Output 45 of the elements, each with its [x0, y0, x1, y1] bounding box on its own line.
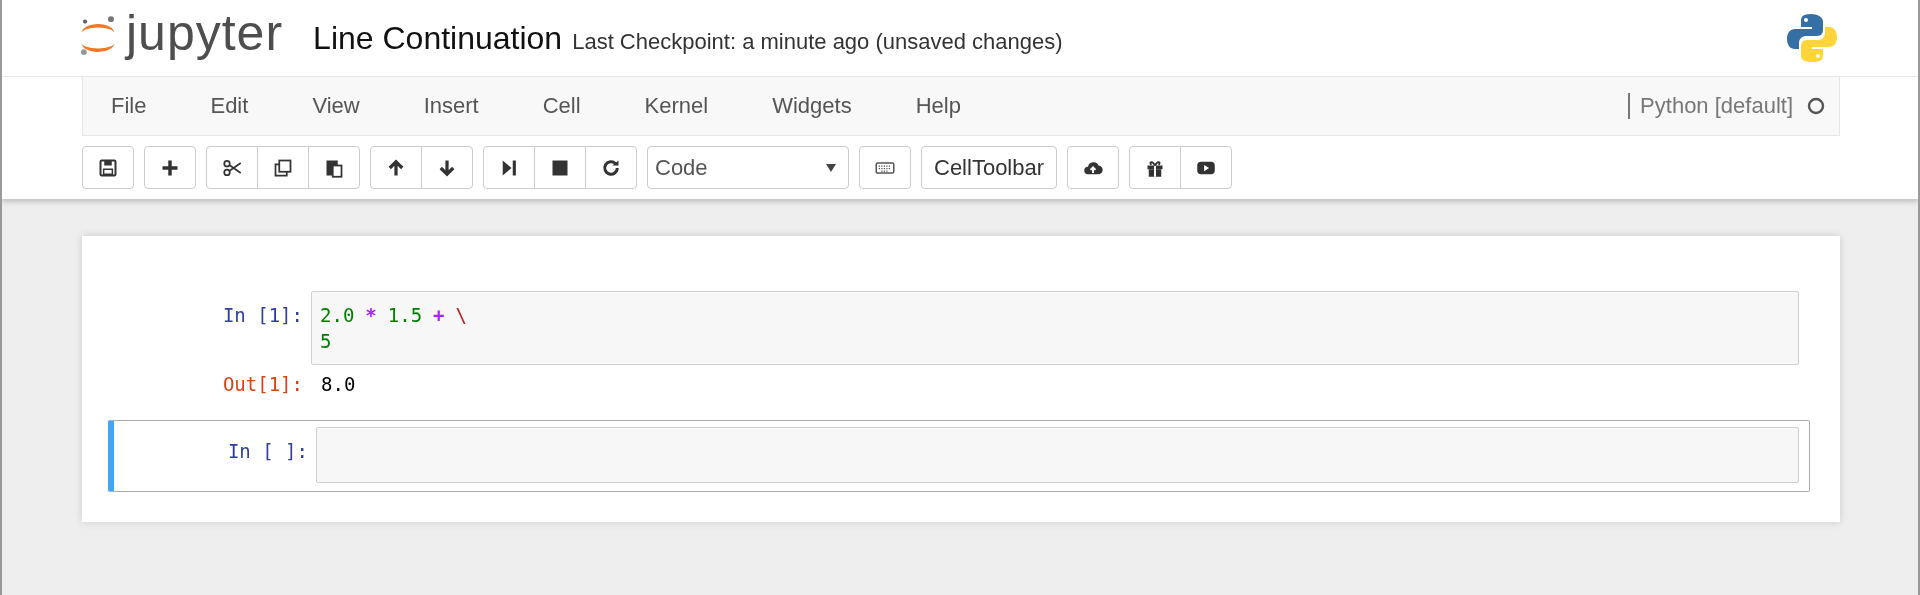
scissors-button[interactable]: [206, 146, 258, 189]
plus-button[interactable]: [144, 146, 196, 189]
menu-item[interactable]: File: [111, 93, 147, 119]
checkpoint-status: Last Checkpoint: a minute ago (unsaved changes): [572, 29, 1063, 55]
up-arrow-icon: [386, 157, 406, 178]
code-cell[interactable]: In [1]: 2.0 * 1.5 + \ 5 Out[1]: 8.0: [108, 284, 1810, 412]
step-forward-button[interactable]: [483, 146, 535, 189]
copy-icon: [273, 157, 293, 178]
down-arrow-button[interactable]: [421, 146, 473, 189]
stop-button[interactable]: [534, 146, 586, 189]
code-input[interactable]: 2.0 * 1.5 + \ 5: [311, 291, 1799, 365]
copy-button[interactable]: [257, 146, 309, 189]
menu-item[interactable]: Edit: [210, 93, 249, 119]
code-input[interactable]: [316, 427, 1799, 483]
python-logo-icon: [1786, 12, 1838, 64]
scissors-icon: [222, 157, 242, 178]
output-prompt: Out[1]:: [221, 372, 304, 395]
menu-item[interactable]: Kernel: [644, 93, 709, 119]
save-icon: [98, 157, 118, 178]
cloud-upload-button[interactable]: [1067, 146, 1120, 189]
cell-type-dropdown[interactable]: Code: [647, 146, 849, 189]
notebook-title[interactable]: Line Continuation: [313, 19, 563, 57]
cell-output: 8.0: [320, 372, 357, 397]
play-button[interactable]: [1180, 146, 1233, 189]
menu-item[interactable]: Widgets: [772, 93, 852, 119]
caret-icon: [826, 163, 836, 172]
menu-item[interactable]: Insert: [423, 93, 479, 119]
refresh-icon: [601, 157, 621, 178]
code-line: 2.0 * 1.5 + \: [320, 303, 468, 328]
kernel-name: Python [default]: [1640, 93, 1793, 119]
menu-item[interactable]: View: [312, 93, 360, 119]
save-button[interactable]: [82, 146, 134, 189]
logo-text: jupyter: [126, 8, 284, 58]
refresh-button[interactable]: [585, 146, 637, 189]
gift-button[interactable]: [1129, 146, 1182, 189]
menu-item[interactable]: Help: [915, 93, 961, 119]
up-arrow-button[interactable]: [370, 146, 422, 189]
input-prompt: In [1]:: [221, 303, 304, 326]
paste-button[interactable]: [308, 146, 360, 189]
menu-item[interactable]: Cell: [542, 93, 581, 119]
code-line: 5: [320, 329, 333, 354]
input-prompt: In [ ]:: [226, 439, 309, 462]
code-cell[interactable]: In [ ]:: [108, 420, 1810, 492]
keyboard-button[interactable]: [859, 146, 911, 189]
celltoolbar-button[interactable]: CellToolbar: [921, 146, 1058, 189]
